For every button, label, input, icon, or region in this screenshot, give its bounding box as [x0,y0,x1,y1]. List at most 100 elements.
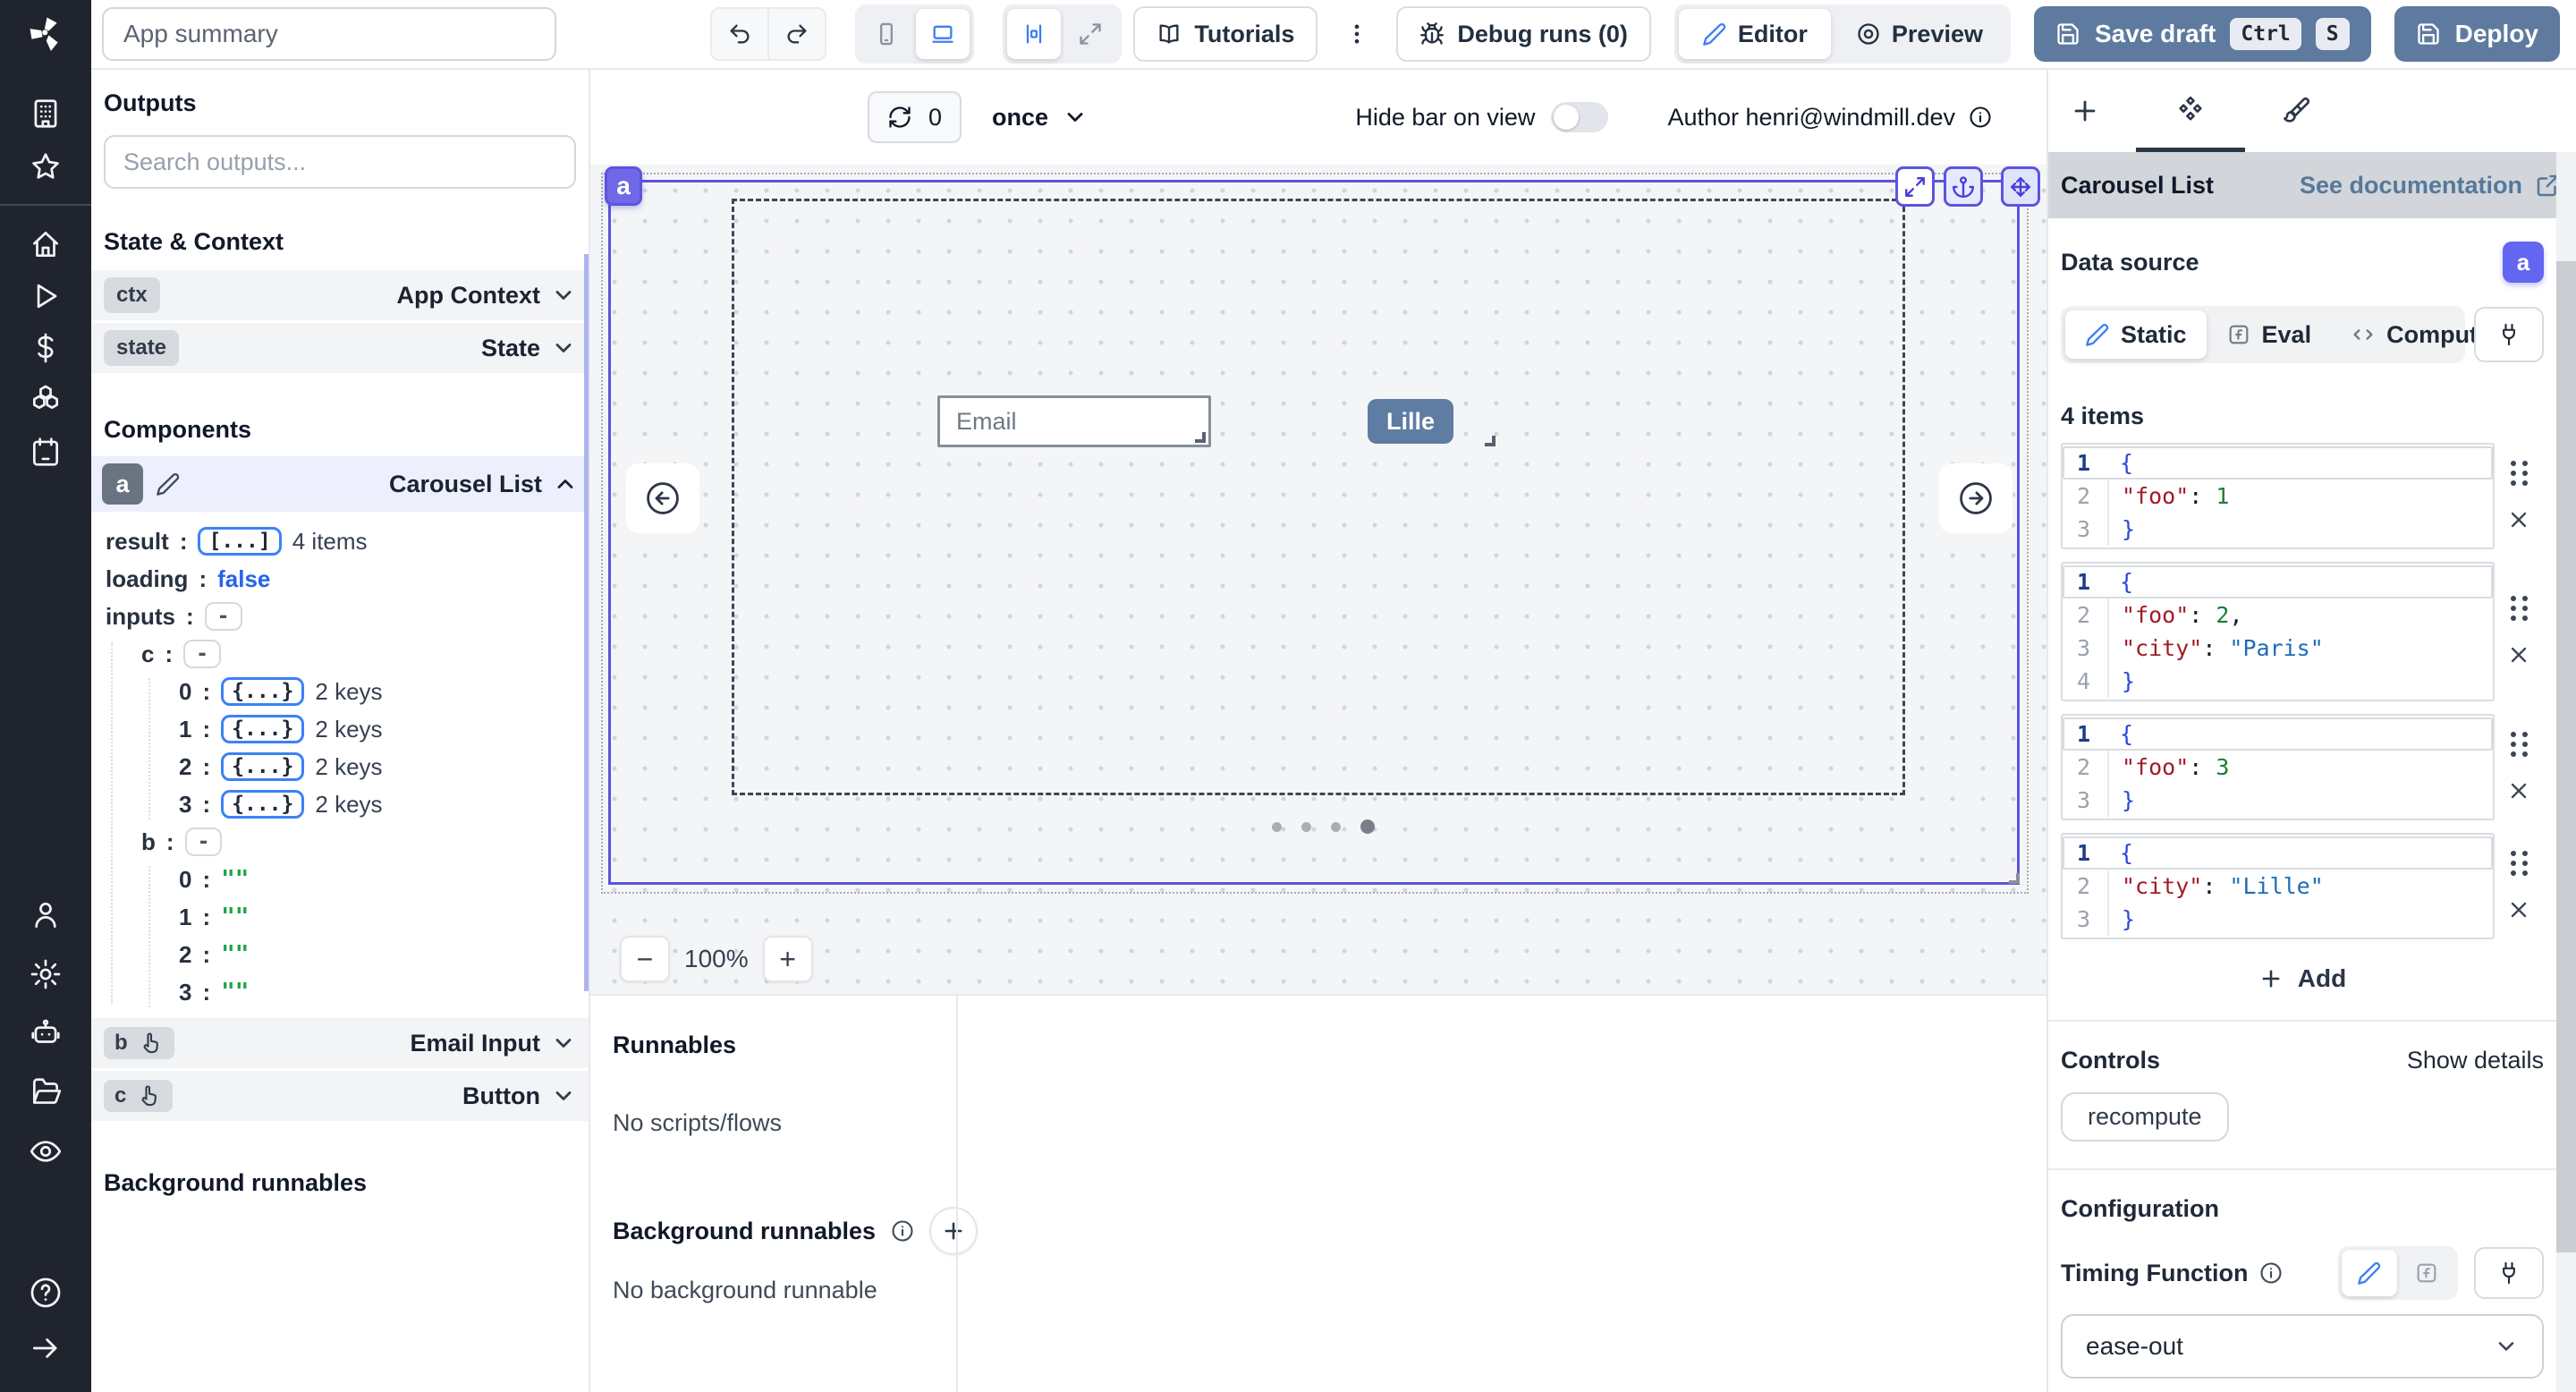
move-component-button[interactable] [2001,166,2040,207]
rail-item-collapse[interactable] [0,1324,91,1372]
rail-item-folders[interactable] [0,1068,91,1116]
json-line[interactable]: 4} [2063,665,2493,698]
refresh-button[interactable]: 0 [868,91,962,143]
rail-item-resources[interactable] [0,376,91,424]
carousel-prev-button[interactable] [626,463,699,533]
debug-runs-button[interactable]: Debug runs (0) [1396,6,1651,62]
rail-item-favorites[interactable] [0,143,91,191]
component-row-email-input[interactable]: b Email Input [91,1018,589,1068]
carousel-next-button[interactable] [1939,463,2012,533]
rail-item-variables[interactable] [0,324,91,372]
remove-item-button[interactable] [2506,897,2531,922]
show-details-button[interactable]: Show details [2407,1047,2544,1074]
drag-handle-icon[interactable] [2511,732,2528,757]
inspector-scrollbar-thumb[interactable] [2556,261,2576,1252]
json-editor[interactable]: 1{2"city": "Lille"3} [2061,833,2495,939]
zoom-out-button[interactable]: − [620,936,670,982]
json-line[interactable]: 2"foo": 1 [2063,480,2493,513]
remove-item-button[interactable] [2506,778,2531,803]
rail-item-settings[interactable] [0,950,91,998]
info-icon[interactable] [1968,105,1993,130]
output-tree-row[interactable]: c:- [91,635,589,673]
anchor-component-button[interactable] [1944,166,1983,207]
output-tree-row[interactable]: 2:"" [91,936,589,973]
more-menu-button[interactable] [1341,21,1373,47]
styling-tab[interactable] [2275,84,2317,138]
carousel-dot-active[interactable] [1360,819,1375,834]
remove-item-button[interactable] [2506,507,2531,532]
carousel-dot[interactable] [1331,822,1341,832]
resize-handle[interactable] [1195,432,1206,443]
json-line[interactable]: 3} [2063,784,2493,817]
rail-item-runs[interactable] [0,272,91,320]
app-summary-input[interactable] [102,7,556,61]
lille-button-component[interactable]: Lille [1368,399,1453,444]
editor-tab[interactable]: Editor [1679,9,1831,59]
rail-item-help[interactable] [0,1269,91,1317]
add-background-runnable-button[interactable] [929,1207,978,1255]
rail-item-audit[interactable] [0,1127,91,1176]
resize-handle[interactable] [1485,436,1496,446]
see-documentation-link[interactable]: See documentation [2300,172,2562,199]
outputs-scrollbar[interactable] [584,254,589,991]
context-row-ctx[interactable]: ctx App Context [91,270,589,320]
carousel-dot[interactable] [1301,822,1311,832]
timing-function-select[interactable]: ease-out [2061,1314,2544,1379]
windmill-logo[interactable] [0,0,91,70]
json-line[interactable]: 2"foo": 3 [2063,751,2493,784]
connect-button[interactable] [2474,1247,2544,1299]
json-line[interactable]: 3} [2063,903,2493,936]
remove-item-button[interactable] [2506,642,2531,667]
carousel-dot[interactable] [1272,822,1282,832]
email-input-component[interactable] [937,395,1211,447]
expand-component-button[interactable] [1895,166,1935,207]
undo-button[interactable] [712,9,767,59]
recompute-button[interactable]: recompute [2061,1092,2229,1142]
timing-eval-button[interactable] [2399,1250,2454,1296]
drag-handle-icon[interactable] [2511,461,2528,486]
preview-tab[interactable]: Preview [1833,9,2006,59]
drag-handle-icon[interactable] [2511,851,2528,876]
insert-component-tab[interactable] [2064,84,2106,138]
tutorials-button[interactable]: Tutorials [1133,6,1318,62]
rail-item-home[interactable] [0,220,91,268]
rail-item-workers[interactable] [0,1009,91,1057]
output-tree-row[interactable]: inputs:- [91,598,589,635]
json-line[interactable]: 1{ [2063,565,2493,598]
output-tree-row[interactable]: 1:{...}2 keys [91,710,589,748]
output-tree-row[interactable]: result:[...]4 items [91,522,589,560]
json-line[interactable]: 2"city": "Lille" [2063,870,2493,903]
context-row-state[interactable]: state State [91,323,589,373]
rail-item-schedules[interactable] [0,428,91,476]
desktop-view-button[interactable] [916,9,970,59]
deploy-button[interactable]: Deploy [2394,6,2560,62]
output-tree-row[interactable]: b:- [91,823,589,861]
redo-button[interactable] [769,9,825,59]
json-line[interactable]: 1{ [2063,446,2493,480]
drag-handle-icon[interactable] [2511,596,2528,621]
json-line[interactable]: 2"foo": 2, [2063,598,2493,632]
search-outputs-input[interactable] [104,135,576,189]
component-tag[interactable]: a [605,166,642,206]
output-tree-row[interactable]: 0:{...}2 keys [91,673,589,710]
inspector-scrollbar[interactable] [2556,152,2576,1392]
timing-static-button[interactable] [2342,1250,2397,1296]
component-row-button[interactable]: c Button [91,1071,589,1121]
output-tree-row[interactable]: 2:{...}2 keys [91,748,589,785]
resize-handle[interactable] [2009,873,2020,884]
json-line[interactable]: 3"city": "Paris" [2063,632,2493,665]
output-tree-row[interactable]: 1:"" [91,898,589,936]
schedule-select[interactable]: once [992,104,1088,132]
output-tree-row[interactable]: loading:false [91,560,589,598]
full-width-button[interactable] [1063,9,1117,59]
json-line[interactable]: 1{ [2063,836,2493,870]
rename-component-button[interactable] [156,471,181,497]
canvas[interactable]: a Lille − 100% + [590,165,2046,994]
output-tree-row[interactable]: 3:"" [91,973,589,1011]
static-mode-button[interactable]: Static [2065,310,2207,359]
output-tree-row[interactable]: 0:"" [91,861,589,898]
connect-button[interactable] [2474,307,2544,362]
save-draft-button[interactable]: Save draft Ctrl S [2034,6,2371,62]
add-item-button[interactable]: Add [2258,964,2346,993]
mobile-view-button[interactable] [860,9,913,59]
